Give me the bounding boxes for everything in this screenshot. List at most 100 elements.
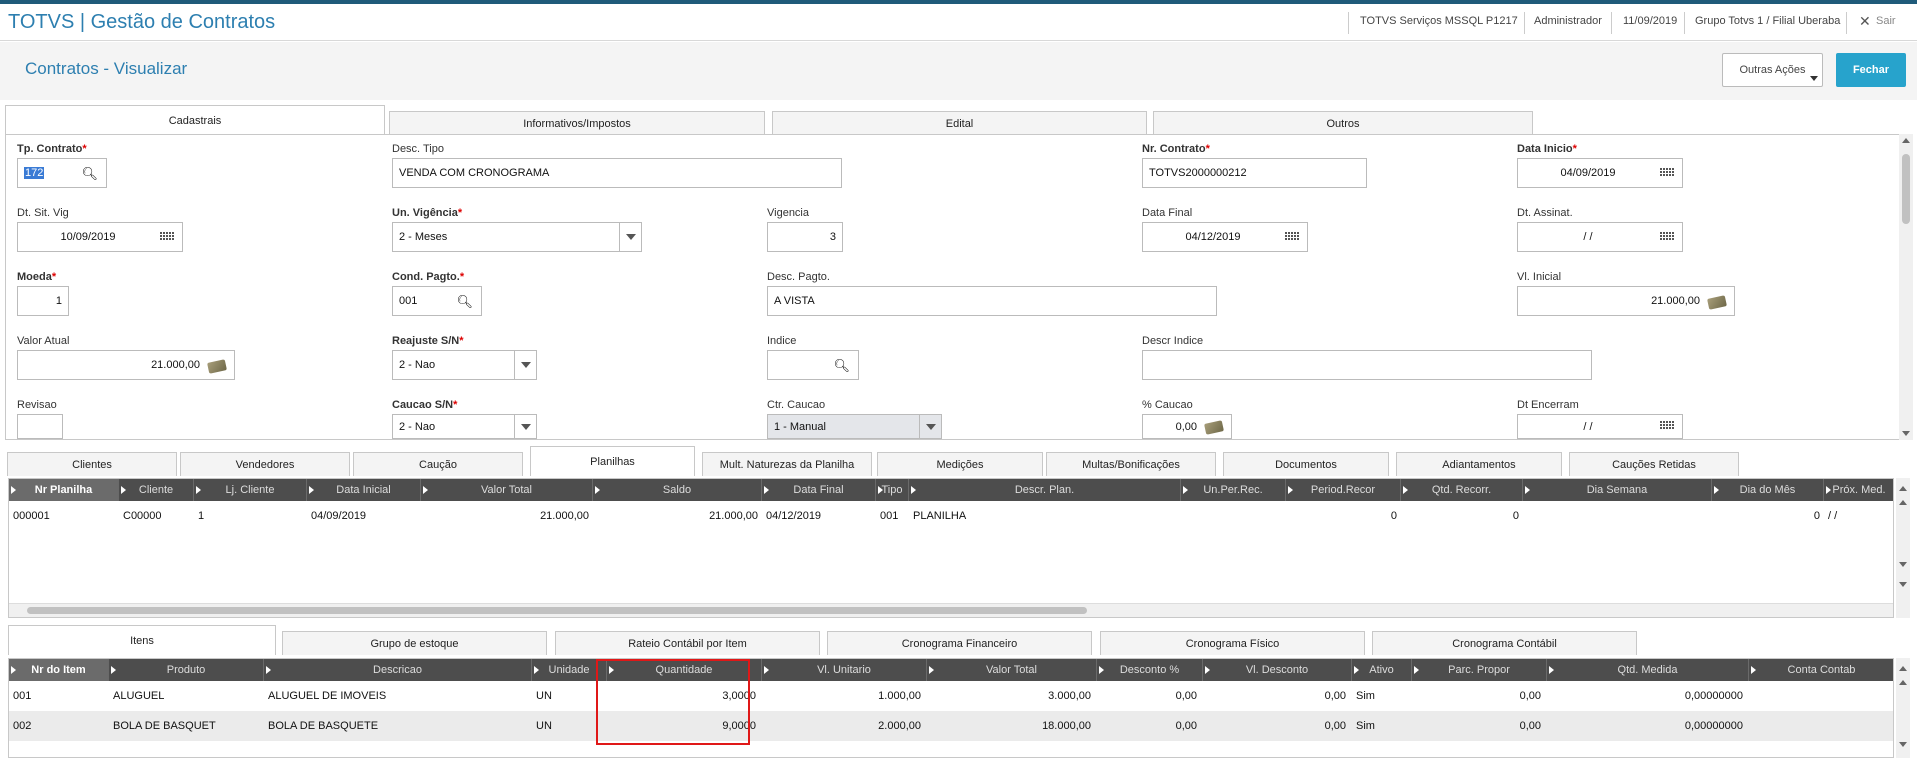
valor-atual-field[interactable]: 21.000,00 [17, 350, 235, 380]
itens-col-header[interactable]: Qtd. Medida [1547, 659, 1749, 681]
subtab-6[interactable]: Multas/Bonificações [1046, 452, 1216, 476]
subtab-9[interactable]: Cauções Retidas [1569, 452, 1739, 476]
money-icon[interactable] [1707, 295, 1727, 310]
vl-inicial-field[interactable]: 21.000,00 [1517, 286, 1735, 316]
planilhas-col-header[interactable]: Data Final [762, 479, 876, 501]
nr-contrato-field[interactable]: TOTVS2000000212 [1142, 158, 1367, 188]
un-vigencia-select[interactable]: 2 - Meses [392, 222, 642, 252]
item-tab-3[interactable]: Cronograma Financeiro [827, 631, 1092, 655]
dt-sit-vig-field[interactable]: 10/09/2019 [17, 222, 183, 252]
table-row[interactable]: 000001 C00000 1 04/09/2019 21.000,00 21.000,0… [9, 501, 1893, 527]
desc-tipo-field[interactable]: VENDA COM CRONOGRAMA [392, 158, 842, 188]
money-icon[interactable] [207, 359, 227, 374]
itens-col-header[interactable]: Vl. Unitario [762, 659, 927, 681]
item-tab-5[interactable]: Cronograma Contábil [1372, 631, 1637, 655]
planilhas-col-header[interactable]: Lj. Cliente [194, 479, 307, 501]
planilhas-col-header[interactable]: Valor Total [421, 479, 593, 501]
planilhas-col-header[interactable]: Qtd. Recorr. [1401, 479, 1523, 501]
subtab-7[interactable]: Documentos [1223, 452, 1389, 476]
dropdown-button[interactable] [514, 415, 536, 438]
planilhas-col-header[interactable]: Tipo [876, 479, 909, 501]
moeda-field[interactable]: 1 [17, 286, 69, 316]
indice-field[interactable]: 🔍︎ [767, 350, 859, 380]
sort-arrow-icon [1403, 486, 1408, 494]
dt-assinat-field[interactable]: / / [1517, 222, 1683, 252]
scroll-down-icon [1899, 742, 1907, 747]
planilhas-col-header[interactable]: Próx. Med. [1824, 479, 1893, 501]
subtab-1[interactable]: Vendedores [180, 452, 350, 476]
subtab-8[interactable]: Adiantamentos [1396, 452, 1562, 476]
money-icon[interactable] [1204, 420, 1224, 435]
ctr-caucao-select[interactable]: 1 - Manual [767, 414, 942, 439]
itens-col-header[interactable]: Conta Contab [1749, 659, 1893, 681]
planilhas-col-header[interactable]: Data Inicial [307, 479, 421, 501]
outras-acoes-button[interactable]: Outras Ações [1722, 53, 1823, 87]
planilhas-col-header[interactable]: Un.Per.Rec. [1181, 479, 1286, 501]
dropdown-button[interactable] [619, 223, 641, 251]
itens-col-header[interactable]: Descricao [264, 659, 532, 681]
planilhas-col-header[interactable]: Saldo [593, 479, 762, 501]
dt-encerram-field[interactable]: / / [1517, 414, 1683, 439]
data-inicio-field[interactable]: 04/09/2019 [1517, 158, 1683, 188]
cond-pagto-field[interactable]: 001 🔍︎ [392, 286, 482, 316]
item-tab-4[interactable]: Cronograma Físico [1100, 631, 1365, 655]
table-row[interactable]: 002 BOLA DE BASQUET BOLA DE BASQUETE UN 9,00… [9, 711, 1893, 741]
sort-arrow-icon [121, 486, 126, 494]
desc-pagto-field[interactable]: A VISTA [767, 286, 1217, 316]
exit-link[interactable]: Sair [1876, 15, 1896, 27]
search-icon[interactable]: 🔍︎ [833, 358, 850, 374]
close-icon[interactable]: ✕ [1859, 13, 1871, 30]
planilhas-hscroll[interactable] [9, 603, 1893, 617]
data-final-field[interactable]: 04/12/2019 [1142, 222, 1308, 252]
subtab-2[interactable]: Caução [353, 452, 523, 476]
scroll-thumb[interactable] [27, 607, 1087, 614]
dropdown-button[interactable] [919, 415, 941, 438]
tab-informativos[interactable]: Informativos/Impostos [389, 111, 765, 135]
calendar-icon[interactable] [1660, 421, 1674, 429]
itens-col-header[interactable]: Ativo [1352, 659, 1412, 681]
calendar-icon[interactable] [1660, 232, 1674, 240]
subtab-3[interactable]: Planilhas [530, 446, 695, 476]
sort-arrow-icon [1826, 486, 1831, 494]
planilhas-col-header[interactable]: Cliente [119, 479, 194, 501]
item-tab-1[interactable]: Grupo de estoque [282, 631, 547, 655]
table-row[interactable]: 001 ALUGUEL ALUGUEL DE IMOVEIS UN 3,0000 1.00… [9, 681, 1893, 711]
calendar-icon[interactable] [160, 232, 174, 240]
itens-col-header[interactable]: Desconto % [1097, 659, 1203, 681]
itens-col-header[interactable]: Vl. Desconto [1203, 659, 1352, 681]
revisao-field[interactable] [17, 414, 63, 439]
planilhas-col-header[interactable]: Dia do Mês [1712, 479, 1824, 501]
subtab-0[interactable]: Clientes [7, 452, 177, 476]
planilhas-vscroll[interactable] [1896, 478, 1910, 618]
itens-vscroll[interactable] [1896, 658, 1910, 758]
pct-caucao-field[interactable]: 0,00 [1142, 414, 1232, 439]
vigencia-field[interactable]: 3 [767, 222, 843, 252]
caucao-select[interactable]: 2 - Nao [392, 414, 537, 439]
subtab-5[interactable]: Medições [877, 452, 1043, 476]
itens-col-header[interactable]: Produto [109, 659, 264, 681]
planilhas-col-header[interactable]: Descr. Plan. [909, 479, 1181, 501]
planilhas-col-header[interactable]: Dia Semana [1523, 479, 1712, 501]
tab-outros[interactable]: Outros [1153, 111, 1533, 135]
planilhas-col-header[interactable]: Nr Planilha [9, 479, 119, 501]
form-scrollbar[interactable] [1899, 134, 1913, 440]
search-icon[interactable]: 🔍︎ [456, 294, 473, 310]
subtab-4[interactable]: Mult. Naturezas da Planilha [702, 452, 872, 476]
item-tab-0[interactable]: Itens [8, 625, 276, 655]
itens-col-header[interactable]: Parc. Propor [1412, 659, 1547, 681]
search-icon[interactable]: 🔍︎ [81, 166, 98, 182]
descr-indice-field[interactable] [1142, 350, 1592, 380]
tab-edital[interactable]: Edital [772, 111, 1147, 135]
scroll-thumb[interactable] [1902, 154, 1910, 224]
item-tab-2[interactable]: Rateio Contábil por Item [555, 631, 820, 655]
reajuste-select[interactable]: 2 - Nao [392, 350, 537, 380]
fechar-button[interactable]: Fechar [1836, 53, 1906, 87]
calendar-icon[interactable] [1285, 232, 1299, 240]
calendar-icon[interactable] [1660, 168, 1674, 176]
tab-cadastrais[interactable]: Cadastrais [5, 105, 385, 135]
planilhas-col-header[interactable]: Period.Recor [1286, 479, 1401, 501]
itens-col-header[interactable]: Nr do Item [9, 659, 109, 681]
itens-col-header[interactable]: Valor Total [927, 659, 1097, 681]
dropdown-button[interactable] [514, 351, 536, 379]
tp-contrato-field[interactable]: 172 🔍︎ [17, 158, 107, 188]
